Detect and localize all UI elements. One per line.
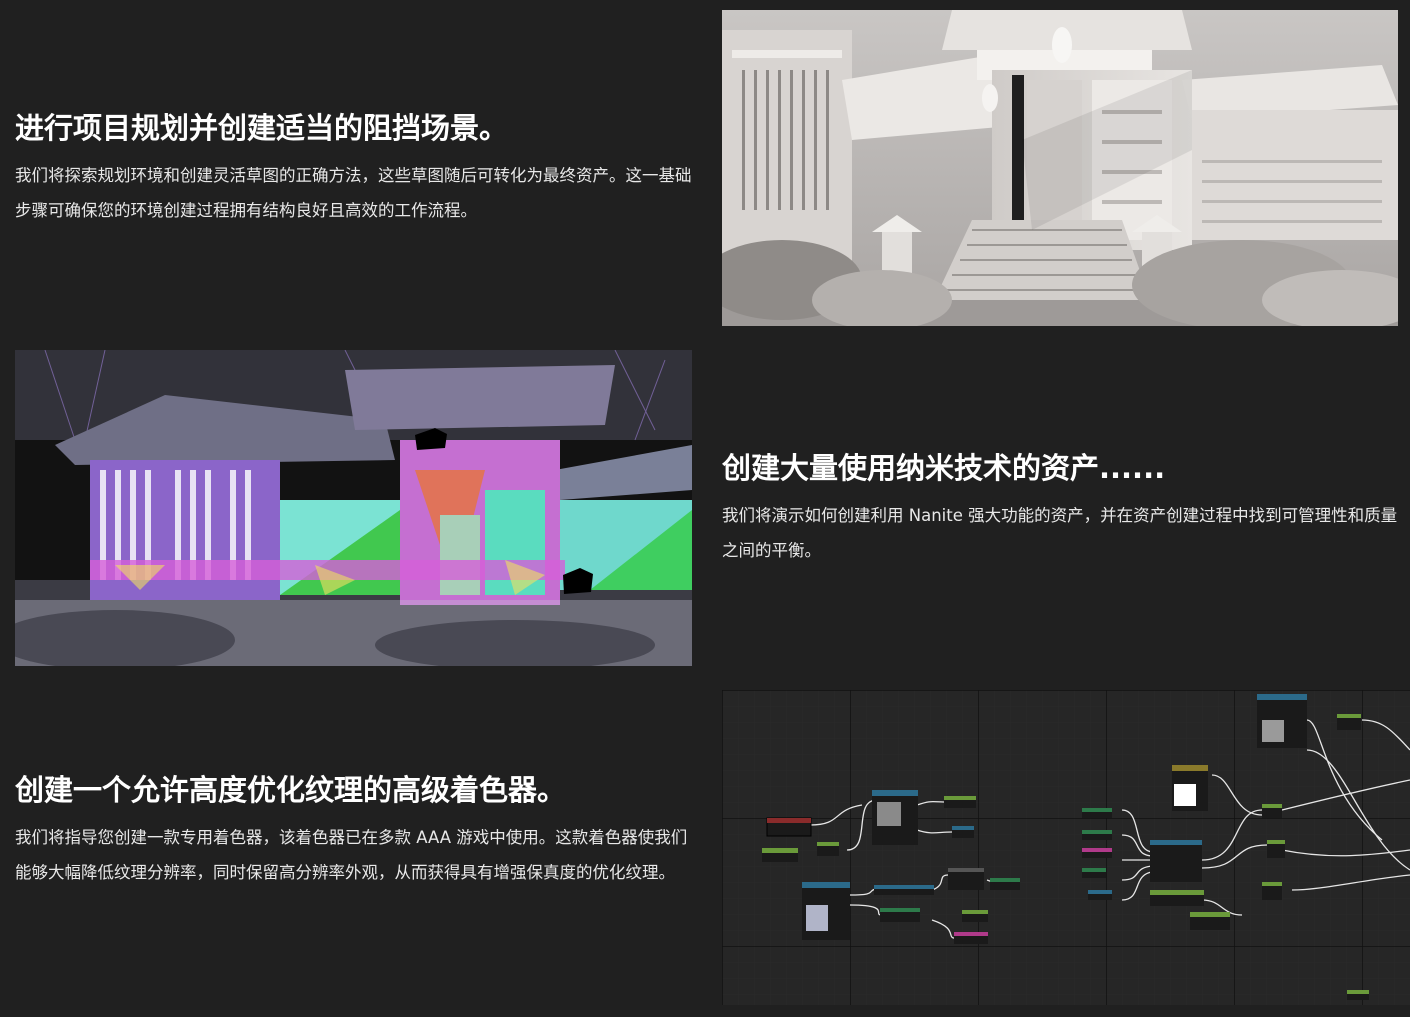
section-heading: 创建一个允许高度优化纹理的高级着色器。 [15, 773, 567, 807]
section-body: 我们将探索规划环境和创建灵活草图的正确方法，这些草图随后可转化为最终资产。这一基… [15, 166, 692, 221]
section-body: 我们将指导您创建一款专用着色器，该着色器已在多款 AAA 游戏中使用。这款着色器… [15, 828, 688, 883]
section-body: 我们将演示如何创建利用 Nanite 强大功能的资产，并在资产创建过程中找到可管… [722, 506, 1398, 561]
section-heading: 创建大量使用纳米技术的资产...... [722, 451, 1166, 485]
section-blocking: 进行项目规划并创建适当的阻挡场景。 我们将探索规划环境和创建灵活草图的正确方法，… [15, 110, 705, 228]
section-heading: 进行项目规划并创建适当的阻挡场景。 [15, 111, 509, 145]
clay-render-image [722, 10, 1398, 326]
nanite-visualization-image [15, 350, 692, 666]
material-graph-image [722, 690, 1410, 1005]
section-shader: 创建一个允许高度优化纹理的高级着色器。 我们将指导您创建一款专用着色器，该着色器… [15, 772, 705, 890]
page: 进行项目规划并创建适当的阻挡场景。 我们将探索规划环境和创建灵活草图的正确方法，… [0, 0, 1410, 1017]
section-nanite: 创建大量使用纳米技术的资产...... 我们将演示如何创建利用 Nanite 强… [722, 450, 1410, 568]
